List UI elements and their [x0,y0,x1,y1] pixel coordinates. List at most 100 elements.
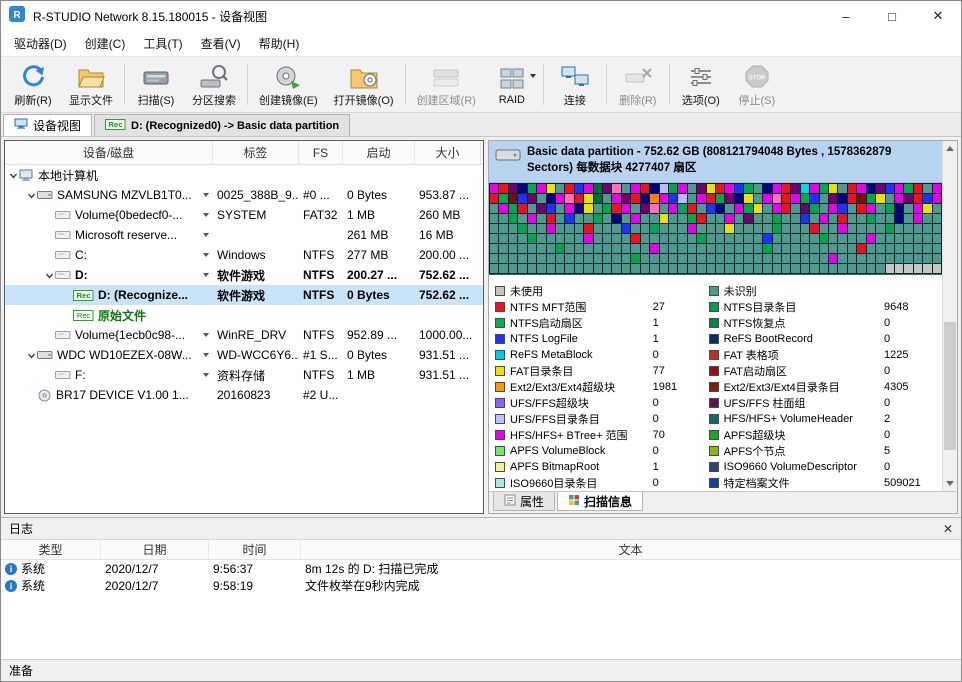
tree-row-volume-f[interactable]: F:资料存储NTFS1 MB931.51 ... [5,365,483,385]
svg-text:Rec: Rec [77,291,91,300]
scan-block [735,244,743,253]
scan-block [904,234,912,243]
device-dropdown-icon[interactable] [203,373,209,377]
minimize-button[interactable]: – [823,1,869,31]
log-close-icon[interactable]: ✕ [943,522,953,536]
expander-icon[interactable] [43,271,55,280]
tab-device-view[interactable]: 设备视图 [3,114,92,136]
tab-scan-info[interactable]: 扫描信息 [557,492,643,511]
scan-block [509,244,517,253]
tree-cell-label: SYSTEM [213,205,299,225]
scan-block [518,184,526,193]
scan-block [744,214,752,223]
toolbar-stop-button[interactable]: STOP停止(S) [729,59,785,110]
log-column-text[interactable]: 文本 [301,540,961,559]
scan-block [622,264,630,273]
log-row[interactable]: i系统2020/12/79:58:19文件枚举在9秒内完成 [1,577,961,594]
scan-block [820,214,828,223]
scan-block [801,264,809,273]
legend-label: HFS/HFS+ VolumeHeader [724,413,853,425]
dropdown-arrow-icon[interactable] [530,74,536,78]
close-button[interactable]: ✕ [915,1,961,31]
scan-block [754,234,762,243]
tree-row-recognized0[interactable]: RecD: (Recognize...软件游戏NTFS0 Bytes752.62… [5,285,483,305]
app-icon: R [9,6,25,27]
tree-row-volume-d[interactable]: D:软件游戏NTFS200.27 ...752.62 ... [5,265,483,285]
legend-swatch [495,382,505,392]
tree-row-wdc-disk[interactable]: WDC WD10EZEX-08W...WD-WCC6Y6...#1 S...0 … [5,345,483,365]
device-dropdown-icon[interactable] [203,193,209,197]
legend-label: APFS超级块 [724,427,786,443]
toolbar-options-button[interactable]: 选项(O) [673,59,729,110]
tab-recognized-partition[interactable]: RecD: (Recognized0) -> Basic data partit… [94,114,350,136]
toolbar-raid-button[interactable]: RAID [484,59,540,110]
menu-item-help[interactable]: 帮助(H) [250,31,309,56]
device-dropdown-icon[interactable] [203,273,209,277]
tree-row-volume-0bedecf0[interactable]: Volume{0bedecf0-...SYSTEMFAT321 MB260 MB [5,205,483,225]
legend-count: 1 [653,461,709,473]
device-dropdown-icon[interactable] [203,213,209,217]
legend-item: Ext2/Ext3/Ext4超级块1981 [495,379,709,394]
tree-row-volume-c[interactable]: C:WindowsNTFS277 MB200.00 ... [5,245,483,265]
scan-block-map[interactable] [489,183,942,275]
log-column-time[interactable]: 时间 [209,540,301,559]
tree-column-start[interactable]: 启动 [343,141,415,164]
toolbar-delete-button[interactable]: 删除(R) [610,59,666,110]
device-dropdown-icon[interactable] [203,253,209,257]
toolbar-refresh-button[interactable]: 刷新(R) [5,59,61,110]
device-dropdown-icon[interactable] [203,233,209,237]
scan-block [791,204,799,213]
toolbar-show-files-button[interactable]: 显示文件 [61,59,121,110]
expander-icon[interactable] [7,171,19,180]
tree-column-fs[interactable]: FS [299,141,343,164]
scan-block [678,214,686,223]
tree-column-device[interactable]: 设备/磁盘 [5,141,213,164]
vertical-scrollbar[interactable] [942,141,957,491]
toolbar-open-image-button[interactable]: 打开镜像(O) [326,59,402,110]
tree-column-label[interactable]: 标签 [213,141,299,164]
scan-block [490,214,498,223]
tree-row-microsoft-reserved[interactable]: Microsoft reserve...261 MB16 MB [5,225,483,245]
tab-properties[interactable]: 属性 [493,492,555,511]
scan-block [810,194,818,203]
device-dropdown-icon[interactable] [203,333,209,337]
scan-block [829,234,837,243]
scrollbar-track[interactable] [943,156,957,476]
tree-cell-fs [299,305,343,325]
scan-block [914,254,922,263]
log-column-type[interactable]: 类型 [1,540,101,559]
menu-item-view[interactable]: 查看(V) [192,31,250,56]
log-row[interactable]: i系统2020/12/79:56:378m 12s 的 D: 扫描已完成 [1,560,961,577]
expander-icon[interactable] [25,191,37,200]
menu-item-drive[interactable]: 驱动器(D) [5,31,76,56]
toolbar-stop-label: 停止(S) [739,92,776,108]
tree-cell-label [213,305,299,325]
tree-row-volume-1ecb0c98[interactable]: Volume{1ecb0c98-...WinRE_DRVNTFS952.89 .… [5,325,483,345]
scroll-up-icon[interactable] [943,141,957,156]
menu-item-tools[interactable]: 工具(T) [134,31,191,56]
scroll-down-icon[interactable] [943,476,957,491]
scan-block [735,194,743,203]
device-dropdown-icon[interactable] [203,353,209,357]
tree-row-br17-device[interactable]: BR17 DEVICE V1.00 1...20160823#2 U... [5,385,483,405]
scan-block [565,244,573,253]
toolbar-create-region-button[interactable]: 创建区域(R) [409,59,484,110]
scan-block [838,244,846,253]
maximize-button[interactable]: □ [869,1,915,31]
toolbar-partition-search-button[interactable]: 分区搜索 [184,59,244,110]
scan-block [773,254,781,263]
menu-item-create[interactable]: 创建(C) [76,31,135,56]
scrollbar-thumb[interactable] [944,322,956,450]
toolbar-connect-button[interactable]: 连接 [547,59,603,110]
tree-row-samsung-disk[interactable]: SAMSUNG MZVLB1T0...0025_388B_9...#0 ...0… [5,185,483,205]
toolbar-scan-button[interactable]: 扫描(S) [128,59,184,110]
log-cell-time: 9:56:37 [209,560,301,577]
toolbar-create-image-button[interactable]: 创建镜像(E) [251,59,326,110]
expander-icon[interactable] [25,351,37,360]
connect-icon [561,63,589,91]
tree-row-raw-files[interactable]: Rec原始文件 [5,305,483,325]
log-column-date[interactable]: 日期 [101,540,209,559]
tree-column-size[interactable]: 大小 [415,141,481,164]
tree-row-local-computer[interactable]: 本地计算机 [5,165,483,185]
scan-block [584,214,592,223]
